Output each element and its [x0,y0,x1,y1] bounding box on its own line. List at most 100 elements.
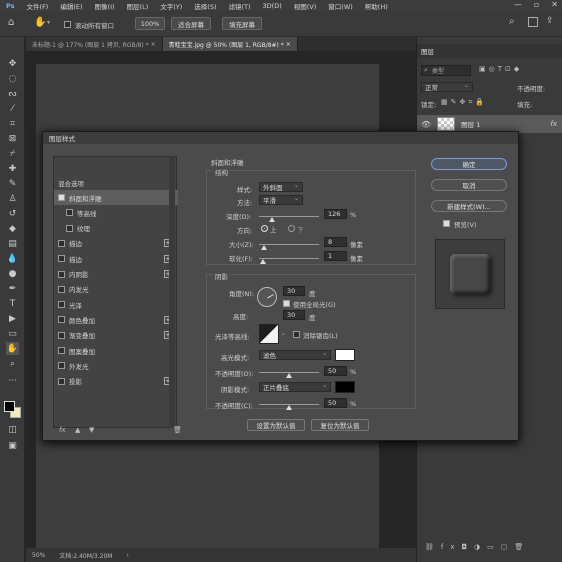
reset-default-button[interactable]: 复位为默认值 [311,419,369,431]
healing-brush-tool-icon[interactable]: ✚ [6,162,19,175]
angle-input[interactable]: 30 [283,286,305,296]
make-default-button[interactable]: 设置为默认值 [247,419,305,431]
soften-input[interactable]: 1 [324,251,347,261]
menu-image[interactable]: 图像(I) [89,1,121,11]
dodge-tool-icon[interactable]: ● [6,267,19,280]
fx-badge-icon[interactable]: fx [550,120,557,128]
style-checkbox[interactable] [58,239,65,247]
share-icon[interactable]: ⇪ [546,16,554,26]
tab-untitled[interactable]: 未标题-1 @ 177% (图层 1 拷贝, RGB/8) * × [26,37,163,51]
path-selection-tool-icon[interactable]: ▶ [6,312,19,325]
layers-panel-title[interactable]: 图层 [417,46,434,56]
pen-tool-icon[interactable]: ✒ [6,282,19,295]
layers-footer-icons[interactable]: ⛓fx◘◑▭▢🗑 [425,543,530,551]
shadow-opacity-thumb[interactable] [286,405,292,410]
style-item[interactable]: 纹理 [54,221,178,236]
highlight-color-swatch[interactable] [335,349,355,361]
style-item[interactable]: 外发光 [54,358,178,373]
close-icon[interactable]: ✕ [551,0,558,9]
tab-frog[interactable]: 青蛙宝宝.jpg @ 50% (图层 1, RGB/8#) * × [162,37,298,51]
tool-preset-chevron-icon[interactable]: ▾ [47,19,50,26]
menu-window[interactable]: 窗口(W) [322,1,359,11]
style-item[interactable]: 描边 + [54,251,178,266]
style-checkbox[interactable] [58,301,65,309]
move-up-icon[interactable]: ▲ [75,426,80,434]
screen-mode-icon[interactable]: ▣ [6,439,19,452]
style-item[interactable]: 颜色叠加 + [54,312,178,327]
marquee-tool-icon[interactable]: ◌ [6,72,19,85]
style-item[interactable]: 描边 + [54,236,178,251]
move-down-icon[interactable]: ▼ [89,426,94,434]
style-checkbox[interactable] [58,285,65,293]
bevel-method-select[interactable]: 平滑 [259,195,303,205]
highlight-opacity-thumb[interactable] [286,373,292,378]
shadow-opacity-input[interactable]: 50 [324,398,347,408]
trash-icon[interactable]: 🗑 [173,426,182,434]
highlight-mode-select[interactable]: 滤色 [259,350,331,360]
size-slider-track[interactable] [259,244,319,245]
hand-tool-icon[interactable]: ✋ [6,342,19,355]
menu-layer[interactable]: 图层(L) [121,1,155,11]
more-tools-icon[interactable]: ··· [6,374,19,387]
magic-wand-tool-icon[interactable]: ⁄ [6,102,19,115]
type-tool-icon[interactable]: T [6,297,19,310]
menu-edit[interactable]: 编辑(E) [54,1,88,11]
blend-mode-select[interactable]: 正常 [421,82,473,92]
global-light-checkbox[interactable] [283,300,290,307]
style-item[interactable]: 投影 + [54,374,178,389]
layers-filter-field[interactable]: ⌕ 类型 [421,65,471,76]
blur-tool-icon[interactable]: 💧 [6,252,19,265]
maximize-icon[interactable]: ▫ [534,0,539,9]
style-checkbox[interactable] [58,255,65,263]
dialog-title[interactable]: 图层样式 [43,132,518,144]
shape-tool-icon[interactable]: ▭ [6,327,19,340]
menu-filter[interactable]: 滤镜(T) [222,1,256,11]
soften-slider-thumb[interactable] [260,259,266,264]
workspace-icon[interactable] [528,17,538,27]
depth-input[interactable]: 126 [324,209,347,219]
style-checkbox[interactable] [58,377,65,385]
brush-tool-icon[interactable]: ✎ [6,177,19,190]
style-list-scrollbar[interactable] [169,156,175,428]
ok-button[interactable]: 确定 [431,158,507,170]
visibility-eye-icon[interactable]: 👁 [421,120,431,129]
lock-icons[interactable]: ▦✎✥⌗🔒 [441,98,487,107]
bevel-style-select[interactable]: 外斜面 [259,182,303,192]
lasso-tool-icon[interactable]: ᔓ [6,87,19,100]
style-checkbox[interactable] [58,362,65,370]
frame-tool-icon[interactable]: ⊠ [6,132,19,145]
eyedropper-tool-icon[interactable]: ⌿ [6,147,19,160]
crop-tool-icon[interactable]: ⌗ [6,117,19,130]
eraser-tool-icon[interactable]: ◆ [6,222,19,235]
style-checkbox[interactable] [58,347,65,354]
home-icon[interactable]: ⌂ [8,17,14,28]
gloss-contour-chevron-icon[interactable]: ⌄ [281,330,286,337]
style-item[interactable]: 内发光 [54,282,178,297]
highlight-opacity-input[interactable]: 50 [324,366,347,376]
style-item[interactable]: 图案叠加 [54,343,178,358]
fit-screen-button[interactable]: 适合屏幕 [171,17,211,30]
minimize-icon[interactable]: — [514,0,522,9]
style-item[interactable]: 斜面和浮雕 [54,190,178,205]
style-checkbox[interactable] [66,209,73,217]
ps-logo-icon[interactable]: Ps [0,2,21,10]
direction-up-radio[interactable] [261,225,268,232]
layer-filter-icons[interactable]: ▣◎T⊡◆ [479,65,522,73]
menu-view[interactable]: 视图(V) [288,1,323,11]
anti-alias-checkbox[interactable] [293,331,300,338]
depth-slider-thumb[interactable] [269,217,275,222]
quick-mask-icon[interactable]: ◫ [6,423,19,436]
blend-options-item[interactable]: 混合选项 [54,175,178,190]
style-item[interactable]: 内阴影 + [54,267,178,282]
altitude-input[interactable]: 30 [283,310,305,320]
fx-menu-icon[interactable]: fx [59,426,66,434]
style-checkbox[interactable] [58,316,65,324]
layer-name[interactable]: 图层 1 [461,119,480,129]
menu-type[interactable]: 文字(Y) [154,1,188,11]
zoom-100-button[interactable]: 100% [135,17,165,30]
menu-file[interactable]: 文件(F) [21,1,55,11]
size-slider-thumb[interactable] [261,245,267,250]
hand-tool-icon[interactable]: ✋ [34,17,46,28]
search-icon[interactable]: ⌕ [509,16,515,27]
history-brush-tool-icon[interactable]: ↺ [6,207,19,220]
